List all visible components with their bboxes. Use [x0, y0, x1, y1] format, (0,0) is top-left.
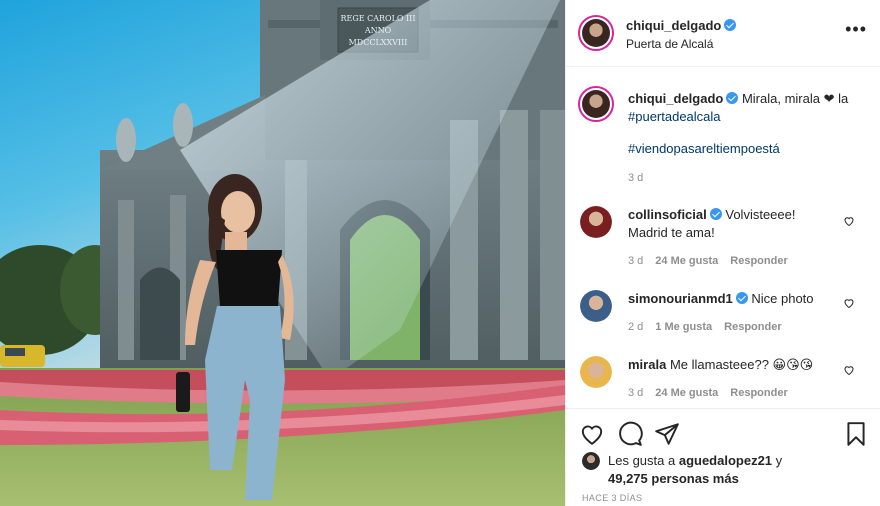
heart-icon[interactable]: [843, 215, 855, 227]
likes-count[interactable]: 49,275 personas más: [608, 471, 739, 486]
post-side-panel: chiqui_delgado Puerta de Alcalá ••• chiq…: [565, 0, 880, 506]
comment-meta: 3 d 24 Me gusta Responder: [628, 387, 788, 399]
post-timestamp[interactable]: HACE 3 DÍAS: [582, 493, 642, 503]
more-icon[interactable]: •••: [845, 20, 867, 38]
comment-likes[interactable]: 1 Me gusta: [655, 321, 712, 333]
hashtag-link[interactable]: #puertadealcala: [628, 109, 721, 124]
liker-avatar[interactable]: [582, 452, 600, 470]
comment-body-line2: Madrid te ama!: [628, 225, 715, 240]
heart-icon[interactable]: [843, 364, 855, 376]
hashtag-link[interactable]: #viendopasareltiempoestá: [628, 140, 780, 158]
verified-icon: [724, 19, 737, 31]
heart-icon[interactable]: [843, 297, 855, 309]
comment-body: Nice photo: [751, 291, 814, 306]
comment-text: mirala Me llamasteee?? 😀😘😘: [628, 356, 858, 374]
comment-likes[interactable]: 24 Me gusta: [655, 255, 718, 267]
comment-meta: 3 d 24 Me gusta Responder: [628, 255, 788, 267]
caption-heart: ❤: [823, 91, 835, 106]
share-icon[interactable]: [654, 421, 680, 447]
comment-text: simonourianmd1 Nice photo: [628, 290, 848, 308]
comments-list: chiqui_delgado Mirala, mirala ❤ la #puer…: [566, 68, 880, 408]
reply-button[interactable]: Responder: [730, 255, 787, 267]
caption-text-after: la: [838, 91, 849, 106]
verified-icon: [709, 208, 722, 220]
author-username[interactable]: chiqui_delgado: [626, 18, 721, 33]
comment-time: 2 d: [628, 321, 644, 333]
likes-summary: Les gusta a aguedalopez21 y 49,275 perso…: [608, 452, 782, 488]
commenter-avatar[interactable]: [580, 356, 612, 388]
photo-illustration: REGE CAROLO III ANNO MDCCLXXVIII: [0, 0, 565, 506]
caption-text: Mirala, mirala: [741, 91, 820, 106]
comment-text: collinsoficial Volvisteeee! Madrid te am…: [628, 206, 848, 242]
commenter-username[interactable]: mirala: [628, 357, 666, 372]
comment-meta: 2 d 1 Me gusta Responder: [628, 321, 782, 333]
verified-icon: [735, 292, 748, 304]
comment-icon[interactable]: [617, 421, 643, 447]
caption-time: 3 d: [628, 172, 644, 184]
comment-body: Me llamasteee?? 😀😘😘: [669, 357, 814, 372]
commenter-username[interactable]: collinsoficial: [628, 207, 707, 222]
caption-username[interactable]: chiqui_delgado: [628, 91, 723, 106]
comment-time: 3 d: [628, 387, 644, 399]
commenter-username[interactable]: simonourianmd1: [628, 291, 733, 306]
post-photo[interactable]: REGE CAROLO III ANNO MDCCLXXVIII: [0, 0, 565, 506]
commenter-avatar[interactable]: [580, 290, 612, 322]
post-location[interactable]: Puerta de Alcalá: [626, 37, 713, 51]
reply-button[interactable]: Responder: [730, 387, 787, 399]
reply-button[interactable]: Responder: [724, 321, 781, 333]
liker-username[interactable]: aguedalopez21: [679, 453, 772, 468]
commenter-avatar[interactable]: [580, 206, 612, 238]
verified-icon: [726, 92, 739, 104]
likes-mid: y: [775, 453, 783, 468]
comment-body: Volvisteeee!: [725, 207, 796, 222]
comment-likes[interactable]: 24 Me gusta: [655, 387, 718, 399]
author-avatar[interactable]: [578, 15, 614, 51]
caption-author-avatar[interactable]: [578, 86, 614, 122]
heart-icon[interactable]: [579, 421, 605, 447]
likes-prefix: Les gusta a: [608, 453, 676, 468]
comment-time: 3 d: [628, 255, 644, 267]
bookmark-icon[interactable]: [843, 421, 869, 447]
caption: chiqui_delgado Mirala, mirala ❤ la #puer…: [628, 90, 868, 126]
post-header: chiqui_delgado Puerta de Alcalá •••: [566, 0, 880, 67]
